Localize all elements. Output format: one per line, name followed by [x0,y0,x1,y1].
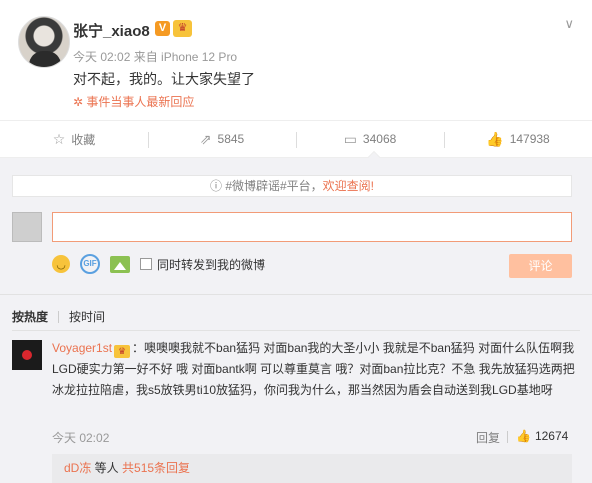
author-name[interactable]: 张宁_xiao8 [73,20,150,41]
comment-text: Voyager1st ♛ ：噢噢噢我就不ban猛犸 对面ban我的大圣小小 我就是不… [52,338,578,401]
notice-text: ⓘ #微博辟谣#平台， [209,179,323,193]
comment-panel: ⓘ #微博辟谣#平台，欢迎查阅! ◡ GIF 同时转发到我的微博 评论 按热度 … [0,158,592,483]
chevron-down-icon[interactable]: ∨ [564,16,574,32]
gif-icon[interactable]: GIF [80,254,100,274]
author-avatar[interactable] [18,16,70,68]
divider [0,294,592,295]
notice-link[interactable]: 欢迎查阅! [323,179,374,193]
comment-icon: ▭ [343,130,357,147]
rumor-notice[interactable]: ⓘ #微博辟谣#平台，欢迎查阅! [12,175,572,197]
sort-by-hot[interactable]: 按热度 [12,308,48,325]
repost-icon: ⇗ [199,130,212,147]
submit-comment-button[interactable]: 评论 [509,254,572,278]
star-icon: ☆ [52,130,66,147]
post-meta: 今天 02:02 来自 iPhone 12 Pro [73,48,237,65]
like-count: 147938 [509,132,550,146]
image-icon[interactable] [110,255,130,273]
divider [12,330,580,331]
comment-button[interactable]: ▭ 34068 [296,121,444,157]
repost-checkbox[interactable] [140,258,152,270]
comment-like-count: 12674 [534,429,569,443]
comment-toolbar: ◡ GIF 同时转发到我的微博 [52,254,265,274]
comment-like-button[interactable]: 👍 12674 [516,429,568,443]
favorite-button[interactable]: ☆ 收藏 [0,121,148,157]
current-user-avatar [12,212,42,242]
commenter-name[interactable]: Voyager1st [52,341,112,355]
like-icon: 👍 [486,130,504,147]
weibo-post: 张宁_xiao8 V ♛ ∨ 今天 02:02 来自 iPhone 12 Pro… [0,0,592,120]
vip-crown-icon: ♛ [114,345,131,358]
comment-time: 今天 02:02 [52,431,110,445]
comment-input[interactable] [52,212,572,242]
action-divider [507,431,508,443]
post-action-bar: ☆ 收藏 ⇗ 5845 ▭ 34068 👍 147938 [0,120,592,158]
sort-divider [58,310,60,323]
vip-crown-icon: ♛ [173,20,192,37]
repost-count: 5845 [217,132,245,146]
sub-replies[interactable]: dD冻 等人 共515条回复 [52,454,572,483]
like-icon: 👍 [516,429,531,443]
like-button[interactable]: 👍 147938 [444,121,592,157]
sub-reply-user[interactable]: dD冻 [64,461,91,475]
comment-sort: 按热度 按时间 [12,308,105,325]
sort-by-time[interactable]: 按时间 [69,308,105,325]
comment-count: 34068 [362,132,397,146]
post-source: 来自 iPhone 12 Pro [133,50,238,64]
event-response-link[interactable]: ✲ 事件当事人最新回应 [73,93,194,110]
post-time[interactable]: 今天 02:02 [73,50,130,64]
repost-checkbox-label[interactable]: 同时转发到我的微博 [157,256,265,273]
commenter-avatar[interactable] [12,340,42,370]
sub-reply-text: 等人 [91,461,123,475]
comment-body: ：噢噢噢我就不ban猛犸 对面ban我的大圣小小 我就是不ban猛犸 对面什么队… [52,341,575,397]
repost-button[interactable]: ⇗ 5845 [148,121,296,157]
emoji-icon[interactable]: ◡ [52,255,70,273]
reply-button[interactable]: 回复 [476,429,500,446]
favorite-label: 收藏 [71,132,96,147]
post-content: 对不起，我的。让大家失望了 [73,71,255,87]
more-replies-link[interactable]: 共515条回复 [122,461,190,475]
verified-badge-icon: V [155,21,170,36]
